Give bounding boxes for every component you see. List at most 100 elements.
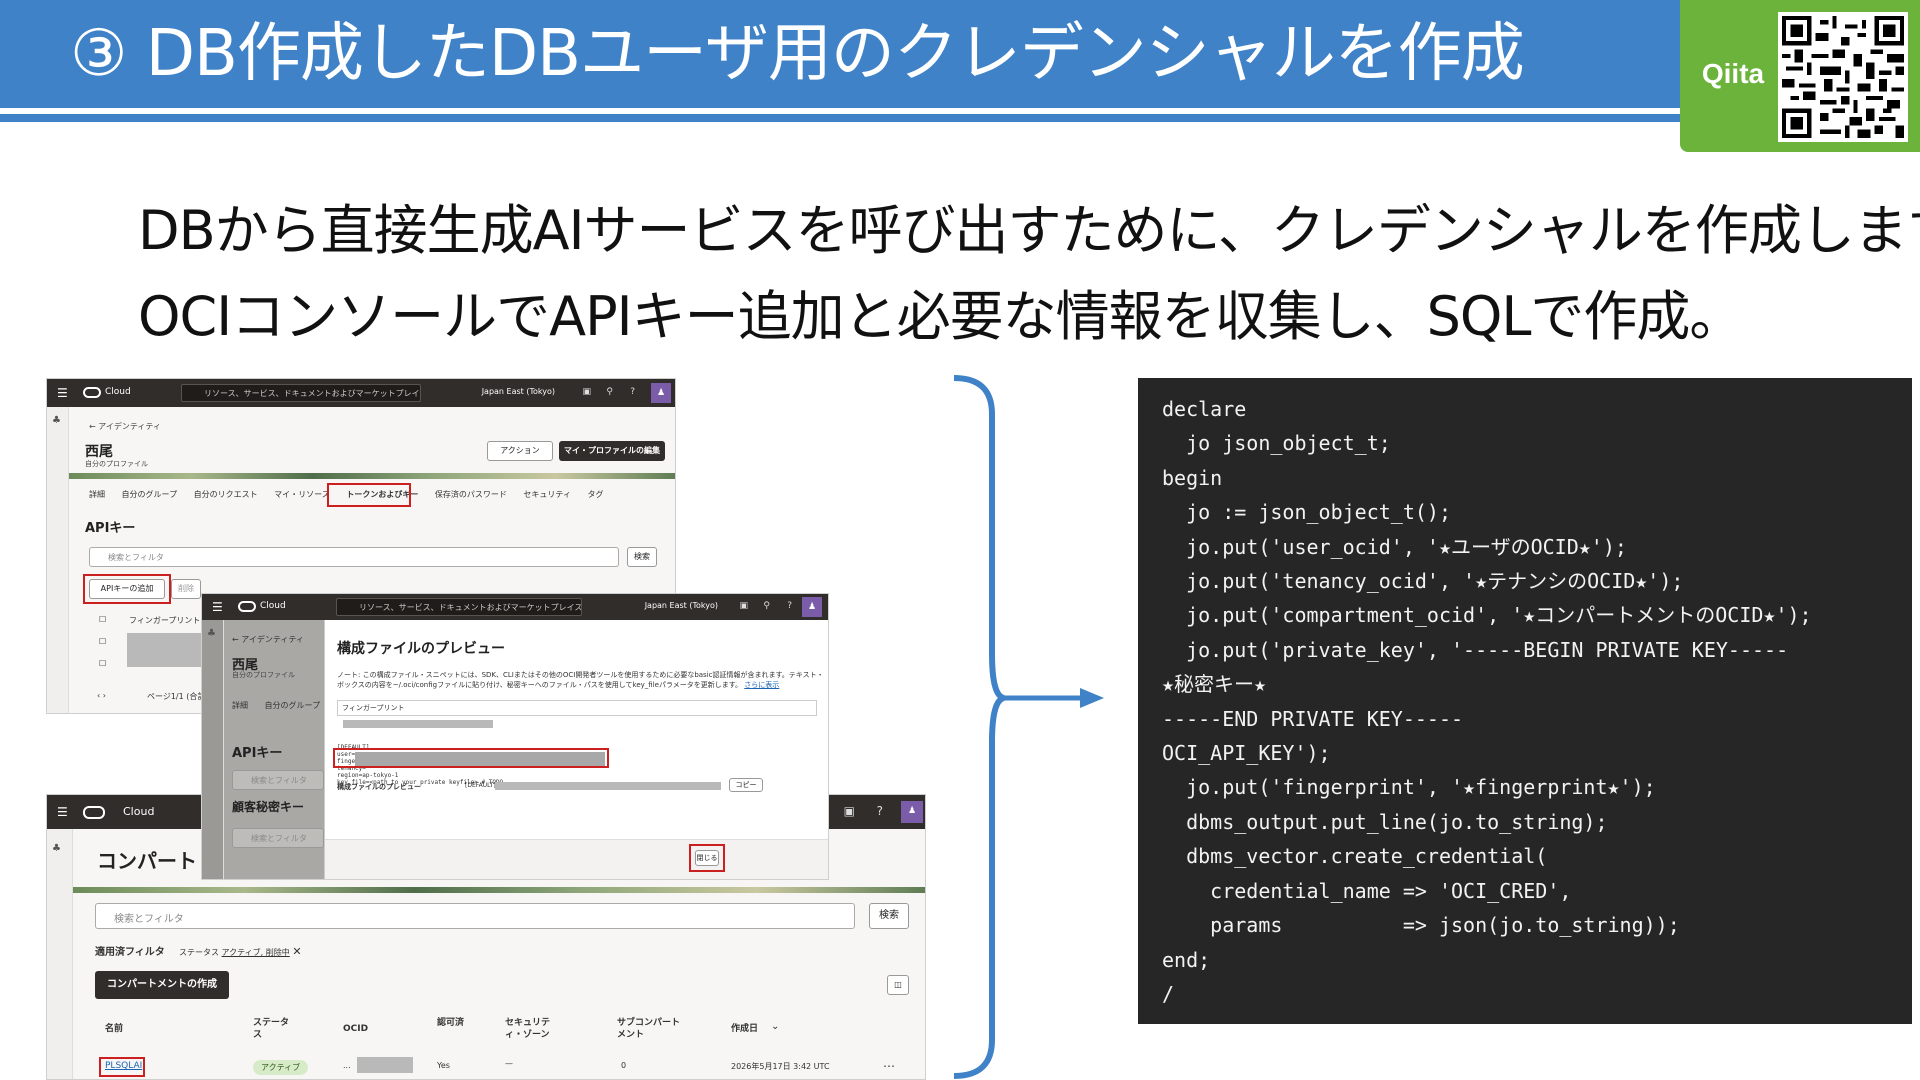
right-brace-arrow-icon (953, 375, 1104, 1079)
qiita-label: Qiita (1701, 58, 1765, 89)
oci-top-bar: ☰ Cloud リソース、サービス、ドキュメントおよびマーケットプレイス Jap… (202, 594, 828, 620)
help-icon[interactable]: ? (787, 601, 792, 611)
filter-input[interactable]: 検索とフィルタ (232, 770, 324, 790)
profile-subtitle: 自分のプロファイル (232, 671, 295, 679)
sort-chevron-down-icon[interactable]: ⌄ (771, 1021, 779, 1032)
lead-line-2: OCIコンソールでAPIキー追加と必要な情報を収集し、SQLで作成。 (138, 285, 1743, 348)
lead-line-1: DBから直接生成AIサービスを呼び出すために、クレデンシャルを作成します。 (138, 199, 1920, 262)
notification-icon[interactable]: ▣ (739, 601, 748, 611)
api-keys-heading: APIキー (232, 746, 283, 761)
profile-name: 西尾 (85, 444, 113, 460)
modal-note: ノート: この構成ファイル・スニペットには、SDK、CLIまたはその他のOCI開… (337, 670, 827, 690)
highlight-compartment-name (99, 1057, 145, 1077)
subcompartment-value: 0 (621, 1061, 627, 1070)
notification-icon[interactable]: ▣ (844, 804, 855, 818)
tab-security[interactable]: セキュリティ (523, 490, 571, 499)
help-icon[interactable]: ? (877, 804, 883, 818)
preview-value: [DEFAULT] (465, 782, 496, 789)
cloud-shell-icon[interactable]: ⚲ (606, 387, 613, 397)
fingerprint-box: フィンガープリント (337, 700, 817, 716)
profile-tabs: 詳細 自分のグループ (232, 700, 334, 711)
highlight-add-api-key (83, 574, 171, 604)
fingerprint-column-header: フィンガープリント (129, 616, 201, 625)
oracle-logo-icon[interactable] (83, 387, 101, 398)
checkbox-header-icon[interactable]: ☐ (99, 615, 106, 624)
modal-footer: 閉じる (325, 839, 828, 879)
copy-button[interactable]: コピー (729, 778, 763, 792)
create-compartment-button[interactable]: コンパートメントの作成 (95, 971, 229, 999)
tab-my-requests[interactable]: 自分のリクエスト (194, 490, 258, 499)
identity-icon[interactable]: ♣ (52, 415, 61, 426)
banner-underline (0, 114, 1680, 122)
cloud-shell-icon[interactable]: ⚲ (763, 601, 770, 611)
pager-prev-icon[interactable]: ‹ › (97, 691, 106, 700)
column-settings-icon[interactable]: ◫ (887, 975, 909, 995)
profile-subtitle: 自分のプロファイル (85, 460, 148, 468)
config-preview-modal: 構成ファイルのプレビュー ノート: この構成ファイル・スニペットには、SDK、C… (324, 620, 828, 879)
global-search-input[interactable]: リソース、サービス、ドキュメントおよびマーケットプレイス (181, 384, 421, 402)
delete-api-key-button[interactable]: 削除 (171, 579, 201, 599)
tab-my-groups[interactable]: 自分のグループ (265, 701, 321, 710)
show-more-link[interactable]: さらに表示 (744, 681, 779, 689)
identity-icon[interactable]: ♣ (52, 843, 61, 854)
column-created[interactable]: 作成日 (731, 1023, 758, 1035)
user-avatar-icon[interactable]: ♟ (901, 801, 923, 823)
brand-label: Cloud (123, 805, 155, 818)
filter-input[interactable]: 検索とフィルタ (232, 828, 324, 848)
row-checkbox-icon[interactable]: ☐ (99, 659, 106, 668)
brand-label: Cloud (260, 601, 286, 611)
column-name[interactable]: 名前 (105, 1023, 123, 1035)
dimmed-background-page: ← アイデンティティ 西尾 自分のプロファイル 詳細 自分のグループ APIキー… (224, 620, 324, 879)
breadcrumb[interactable]: ← アイデンティティ (89, 421, 161, 432)
modal-title: 構成ファイルのプレビュー (337, 641, 505, 657)
column-status[interactable]: ステータス (253, 1017, 297, 1041)
applied-filters-label: 適用済フィルタ (95, 947, 165, 958)
side-strip: ♣ (47, 407, 69, 713)
api-keys-heading: APIキー (85, 521, 136, 536)
pager-label: ページ1/1 (合計 (147, 692, 206, 701)
breadcrumb[interactable]: ← アイデンティティ (232, 634, 304, 645)
tab-saved-passwords[interactable]: 保存済のパスワード (435, 490, 507, 499)
oracle-logo-icon[interactable] (83, 806, 105, 819)
console-screenshot-config-preview: ☰ Cloud リソース、サービス、ドキュメントおよびマーケットプレイス Jap… (201, 593, 829, 880)
redacted-ocid (357, 1057, 413, 1073)
menu-icon[interactable]: ☰ (57, 805, 68, 819)
user-avatar-icon[interactable]: ♟ (802, 597, 822, 617)
help-icon[interactable]: ? (630, 387, 635, 397)
api-key-search-button[interactable]: 検索 (627, 547, 657, 567)
column-authorized[interactable]: 認可済 (437, 1017, 467, 1029)
column-ocid[interactable]: OCID (343, 1023, 368, 1035)
brand-label: Cloud (105, 387, 131, 397)
user-avatar-icon[interactable]: ♟ (651, 383, 671, 403)
side-strip: ♣ (202, 620, 224, 879)
tab-my-resources[interactable]: マイ・リソース (274, 490, 330, 499)
column-security-zone[interactable]: セキュリティ・ゾーン (505, 1017, 567, 1041)
row-checkbox-icon[interactable]: ☐ (99, 637, 106, 646)
notification-icon[interactable]: ▣ (582, 387, 591, 397)
tab-details[interactable]: 詳細 (89, 490, 105, 499)
filter-chip[interactable]: ステータス アクティブ, 削除中 ✕ (179, 945, 302, 958)
close-icon[interactable]: ✕ (292, 945, 301, 958)
compartment-search-button[interactable]: 検索 (869, 903, 909, 929)
plsql-code-block: declare jo json_object_t; begin jo := js… (1138, 378, 1912, 1024)
tab-tags[interactable]: タグ (588, 490, 604, 499)
identity-icon[interactable]: ♣ (207, 628, 216, 639)
tab-details[interactable]: 詳細 (232, 701, 248, 710)
api-key-filter-input[interactable]: 検索とフィルタ (89, 547, 619, 567)
region-selector[interactable]: Japan East (Tokyo) (482, 387, 555, 396)
row-actions-menu-icon[interactable]: ⋯ (883, 1059, 895, 1073)
side-strip: ♣ (47, 829, 73, 1079)
qr-code-icon[interactable] (1778, 12, 1908, 142)
region-selector[interactable]: Japan East (Tokyo) (645, 601, 718, 610)
column-subcompartments[interactable]: サブコンパートメント (617, 1017, 687, 1041)
menu-icon[interactable]: ☰ (57, 386, 68, 400)
menu-icon[interactable]: ☰ (212, 600, 223, 614)
edit-profile-button[interactable]: マイ・プロファイルの編集 (559, 441, 665, 461)
oracle-logo-icon[interactable] (238, 601, 256, 612)
tab-my-groups[interactable]: 自分のグループ (122, 490, 178, 499)
actions-button[interactable]: アクション (487, 441, 553, 461)
oci-top-bar: ☰ Cloud リソース、サービス、ドキュメントおよびマーケットプレイス Jap… (47, 379, 675, 407)
global-search-input[interactable]: リソース、サービス、ドキュメントおよびマーケットプレイス (336, 598, 582, 616)
compartment-filter-input[interactable]: 検索とフィルタ (95, 903, 855, 929)
compartments-title: コンパート (97, 849, 197, 873)
